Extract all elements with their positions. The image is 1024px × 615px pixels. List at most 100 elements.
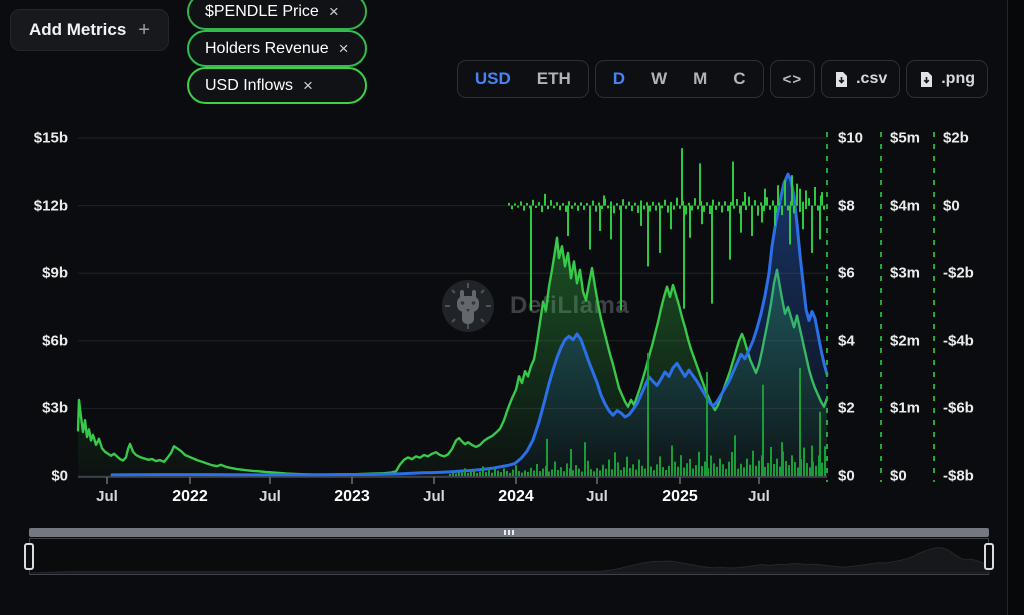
usd-inflows-bar xyxy=(685,206,687,215)
usd-inflows-bar xyxy=(601,206,603,209)
brush-handle-right[interactable] xyxy=(984,543,994,570)
usd-inflows-bar xyxy=(628,202,630,206)
y-axis-label-inflows: -$8b xyxy=(943,468,974,485)
usd-inflows-bar xyxy=(574,203,576,206)
usd-inflows-bar xyxy=(610,201,612,205)
holders-revenue-bar xyxy=(608,460,610,476)
holders-revenue-bar xyxy=(701,466,703,476)
holders-revenue-bar xyxy=(524,470,526,476)
usd-inflows-spike-bar xyxy=(589,206,591,250)
usd-inflows-bar xyxy=(646,202,648,205)
y-axis-label-inflows: -$6b xyxy=(943,400,974,417)
holders-revenue-bar xyxy=(491,473,493,476)
holders-revenue-bar xyxy=(476,473,478,476)
usd-inflows-bar xyxy=(694,198,696,205)
usd-inflows-spike-bar xyxy=(751,206,753,236)
brush-minimap[interactable] xyxy=(29,538,989,575)
usd-inflows-bar xyxy=(520,201,522,205)
y-axis-label-left: $6b xyxy=(42,332,68,349)
holders-revenue-bar xyxy=(509,473,511,476)
holders-revenue-bar xyxy=(536,464,538,476)
brush-handle-left[interactable] xyxy=(24,543,34,570)
usd-inflows-bar xyxy=(745,206,747,210)
page-edge xyxy=(1007,0,1024,615)
y-axis-label-inflows: -$2b xyxy=(943,265,974,282)
holders-revenue-bar xyxy=(542,469,544,476)
usd-inflows-bar xyxy=(622,199,624,205)
holders-revenue-bar xyxy=(611,469,613,476)
holders-revenue-bar xyxy=(725,469,727,476)
holders-revenue-bar xyxy=(452,473,454,476)
holders-revenue-bar xyxy=(626,457,628,476)
holders-revenue-bar xyxy=(791,455,793,476)
brush-scrollbar[interactable] xyxy=(29,528,989,537)
holders-revenue-bar xyxy=(722,464,724,476)
usd-inflows-bar xyxy=(538,202,540,206)
usd-inflows-bar xyxy=(679,206,681,209)
holders-revenue-spike-bar xyxy=(647,353,649,476)
holders-revenue-bar xyxy=(662,467,664,476)
y-axis-label-left: $15b xyxy=(34,130,68,147)
usd-inflows-spike-bar xyxy=(683,206,685,309)
usd-inflows-spike-bar xyxy=(784,180,786,205)
y-axis-label-revenue: $5m xyxy=(890,130,920,147)
holders-revenue-bar xyxy=(467,473,469,476)
usd-inflows-bar xyxy=(517,206,519,208)
holders-revenue-bar xyxy=(458,471,460,476)
holders-revenue-bar xyxy=(521,473,523,476)
usd-inflows-bar xyxy=(793,206,795,214)
defillama-chart-page: Add Metrics + TVL×$PENDLE Price×Holders … xyxy=(0,0,1024,615)
usd-inflows-bar xyxy=(703,206,705,212)
holders-revenue-spike-bar xyxy=(671,446,673,476)
usd-inflows-bar xyxy=(691,206,693,211)
holders-revenue-bar xyxy=(641,466,643,476)
holders-revenue-bar xyxy=(719,459,721,476)
usd-inflows-spike-bar xyxy=(711,206,713,304)
usd-inflows-bar xyxy=(634,203,636,206)
usd-inflows-bar xyxy=(595,206,597,212)
holders-revenue-bar xyxy=(767,463,769,476)
holders-revenue-bar xyxy=(563,471,565,476)
usd-inflows-bar xyxy=(715,206,717,210)
usd-inflows-bar xyxy=(727,206,729,212)
holders-revenue-bar xyxy=(797,468,799,476)
usd-inflows-spike-bar xyxy=(761,206,763,223)
holders-revenue-bar xyxy=(773,464,775,476)
usd-inflows-spike-bar xyxy=(610,206,612,240)
usd-inflows-spike-bar xyxy=(796,184,798,206)
y-axis-label-price: $6 xyxy=(838,265,855,282)
usd-inflows-spike-bar xyxy=(530,206,532,311)
holders-revenue-bar xyxy=(716,467,718,476)
holders-revenue-bar xyxy=(515,465,517,476)
holders-revenue-bar xyxy=(602,465,604,476)
usd-inflows-bar xyxy=(526,203,528,206)
usd-inflows-bar xyxy=(718,202,720,206)
usd-inflows-spike-bar xyxy=(744,192,746,206)
usd-inflows-bar xyxy=(742,202,744,206)
holders-revenue-bar xyxy=(578,469,580,476)
usd-inflows-bar xyxy=(664,200,666,206)
usd-inflows-bar xyxy=(670,202,672,206)
holders-revenue-bar xyxy=(788,465,790,476)
usd-inflows-spike-bar xyxy=(689,206,691,238)
usd-inflows-spike-bar xyxy=(699,163,701,205)
usd-inflows-spike-bar xyxy=(640,206,642,226)
holders-revenue-bar xyxy=(656,464,658,476)
usd-inflows-bar xyxy=(658,203,660,206)
usd-inflows-spike-bar xyxy=(814,187,816,206)
holders-revenue-bar xyxy=(668,466,670,476)
usd-inflows-bar xyxy=(781,206,783,215)
usd-inflows-bar xyxy=(616,203,618,205)
usd-inflows-spike-bar xyxy=(681,148,683,205)
usd-inflows-spike-bar xyxy=(774,206,776,226)
usd-inflows-bar xyxy=(532,200,534,206)
usd-inflows-bar xyxy=(754,200,756,205)
usd-inflows-spike-bar xyxy=(544,194,546,206)
usd-inflows-bar xyxy=(631,206,633,211)
holders-revenue-bar xyxy=(596,468,598,476)
main-chart-plot[interactable] xyxy=(0,0,1024,615)
x-axis-label: Jul xyxy=(96,488,118,505)
usd-inflows-bar xyxy=(562,203,564,205)
holders-revenue-spike-bar xyxy=(811,446,813,476)
holders-revenue-bar xyxy=(755,466,757,476)
